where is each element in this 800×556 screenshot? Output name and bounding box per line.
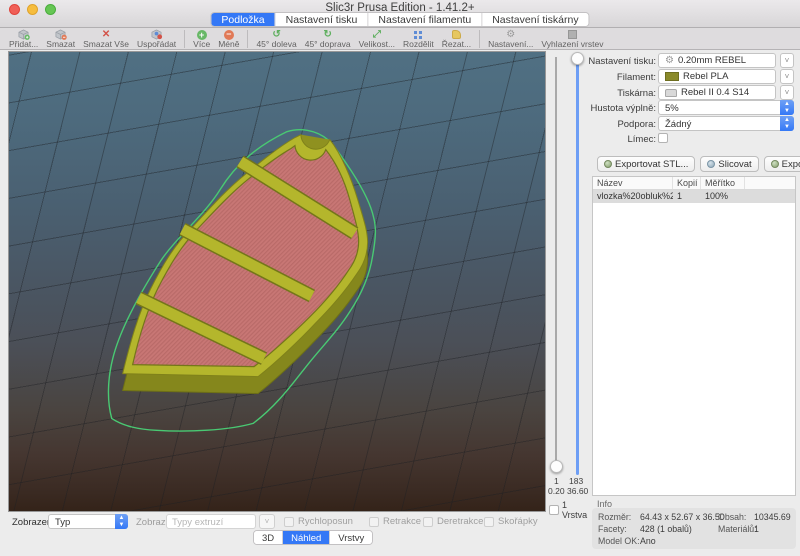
filament-label: Filament: bbox=[617, 72, 656, 83]
object-scale: 100% bbox=[701, 190, 745, 203]
filament-dropdown-button[interactable]: ˅ bbox=[780, 69, 794, 84]
tab-podlozka[interactable]: Podložka bbox=[211, 13, 275, 26]
printer-dropdown-button[interactable]: ˅ bbox=[780, 85, 794, 100]
view-preview-button[interactable]: Náhled bbox=[283, 531, 330, 544]
unretractions-checkbox[interactable] bbox=[423, 517, 433, 527]
upper-layer-height-mm: 36.60 bbox=[567, 486, 588, 496]
lower-layer-height-mm: 0.20 bbox=[548, 486, 565, 496]
infill-density-select[interactable]: 5% ▲▼ bbox=[658, 100, 794, 115]
extrusion-types-input[interactable]: Typy extruzí bbox=[166, 514, 256, 529]
export-stl-icon bbox=[604, 160, 612, 168]
single-layer-checkbox[interactable] bbox=[549, 505, 559, 515]
model-materials: 1 bbox=[754, 524, 759, 534]
delete-all-button[interactable]: ✕ Smazat Vše bbox=[79, 29, 133, 49]
object-copies: 1 bbox=[673, 190, 701, 203]
popup-arrows-icon: ▲▼ bbox=[780, 116, 794, 131]
model-volume: 10345.69 bbox=[754, 512, 791, 522]
tab-nastaveni-tisku[interactable]: Nastavení tisku bbox=[276, 13, 369, 26]
object-row[interactable]: vlozka%20obluk%204.stl 1 100% bbox=[593, 190, 795, 203]
view-mode-select[interactable]: Typ ▲▼ bbox=[48, 514, 128, 529]
stepper-arrows-icon: ▲▼ bbox=[115, 514, 128, 529]
model-ok-value: Ano bbox=[640, 536, 656, 546]
toolbar: Přidat... Smazat ✕ Smazat Vše Uspořádat … bbox=[0, 28, 800, 50]
printer-select[interactable]: Rebel II 0.4 S14 bbox=[658, 85, 776, 100]
upper-layer-value: 183 bbox=[569, 476, 583, 486]
object-list-table[interactable]: Název Kopií Měřítko vlozka%20obluk%204.s… bbox=[592, 176, 796, 496]
brim-checkbox[interactable] bbox=[658, 133, 668, 143]
fewer-copies-button[interactable]: − Méně bbox=[214, 29, 243, 49]
support-select[interactable]: Žádný ▲▼ bbox=[658, 116, 794, 131]
single-layer-label: 1 Vrstva bbox=[562, 500, 588, 520]
printer-icon bbox=[665, 89, 677, 97]
object-name: vlozka%20obluk%204.stl bbox=[593, 190, 673, 203]
view-3d-button[interactable]: 3D bbox=[254, 531, 283, 544]
gear-icon: ⚙ bbox=[665, 55, 674, 66]
print-settings-dropdown-button[interactable]: ˅ bbox=[780, 53, 794, 68]
rotate-left-button[interactable]: ↺ 45° doleva bbox=[252, 29, 300, 49]
brim-label: Límec: bbox=[627, 134, 656, 145]
rotate-right-button[interactable]: ↻ 45° doprava bbox=[301, 29, 355, 49]
retractions-toggle[interactable]: Retrakce bbox=[369, 516, 421, 527]
cut-button[interactable]: Řezat... bbox=[438, 29, 475, 49]
layer-slider-area: 1 183 0.20 36.60 1 Vrstva bbox=[546, 50, 588, 555]
settings-panel: Nastavení tisku: ⚙ 0.20mm REBEL ˅ Filame… bbox=[588, 50, 796, 555]
delete-button[interactable]: Smazat bbox=[42, 29, 79, 49]
layer-smoothing-button[interactable]: Vyhlazení vrstev bbox=[537, 29, 607, 49]
popup-arrows-icon: ▲▼ bbox=[780, 100, 794, 115]
export-gcode-button[interactable]: Exportovat G-kód... bbox=[764, 156, 800, 172]
travel-toggle[interactable]: Rychloposun bbox=[284, 516, 353, 527]
lower-layer-value: 1 bbox=[554, 476, 559, 486]
model-size: 64.43 x 52.67 x 36.50 bbox=[640, 512, 725, 522]
export-gcode-icon bbox=[771, 160, 779, 168]
shells-toggle[interactable]: Skořápky bbox=[484, 516, 538, 527]
sliced-model-preview bbox=[9, 52, 545, 511]
retractions-checkbox[interactable] bbox=[369, 517, 379, 527]
export-stl-button[interactable]: Exportovat STL... bbox=[597, 156, 695, 172]
lower-layer-slider-handle[interactable] bbox=[550, 460, 563, 473]
main-tab-bar: Podložka Nastavení tisku Nastavení filam… bbox=[210, 12, 589, 27]
model-facets: 428 (1 obalů) bbox=[640, 524, 692, 534]
3d-preview-viewport[interactable] bbox=[8, 51, 546, 512]
support-label: Podpora: bbox=[617, 119, 656, 130]
print-settings-label: Nastavení tisku: bbox=[588, 56, 656, 67]
filament-select[interactable]: Rebel PLA bbox=[658, 69, 776, 84]
model-info-box: Rozměr: 64.43 x 52.67 x 36.50 Obsah: 103… bbox=[592, 508, 796, 549]
title-bar: Slic3r Prusa Edition - 1.41.2+ Podložka … bbox=[0, 0, 800, 28]
upper-layer-slider-handle[interactable] bbox=[571, 52, 584, 65]
arrange-button[interactable]: Uspořádat bbox=[133, 29, 180, 49]
single-layer-toggle[interactable]: 1 Vrstva bbox=[549, 500, 588, 520]
more-copies-button[interactable]: + Více bbox=[189, 29, 214, 49]
object-settings-button[interactable]: ⚙ Nastavení... bbox=[484, 29, 537, 49]
shells-checkbox[interactable] bbox=[484, 517, 494, 527]
extrusion-types-dropdown-button[interactable]: ˅ bbox=[259, 514, 275, 529]
slice-icon bbox=[707, 160, 715, 168]
infill-density-label: Hustota výplně: bbox=[591, 103, 656, 114]
view-layers-button[interactable]: Vrstvy bbox=[330, 531, 372, 544]
tab-nastaveni-tiskarny[interactable]: Nastavení tiskárny bbox=[482, 13, 588, 26]
action-buttons: Exportovat STL... Slicovat Exportovat G-… bbox=[588, 156, 796, 172]
lower-layer-slider[interactable] bbox=[555, 57, 557, 462]
print-settings-select[interactable]: ⚙ 0.20mm REBEL bbox=[658, 53, 776, 68]
split-button[interactable]: Rozdělit bbox=[399, 29, 438, 49]
add-button[interactable]: Přidat... bbox=[5, 29, 42, 49]
main-area: 1 183 0.20 36.60 1 Vrstva Nastavení tisk… bbox=[0, 50, 800, 555]
app-window: Slic3r Prusa Edition - 1.41.2+ Podložka … bbox=[0, 0, 800, 556]
unretractions-toggle[interactable]: Deretrakce bbox=[423, 516, 483, 527]
upper-layer-slider[interactable] bbox=[576, 57, 579, 475]
tab-nastaveni-filamentu[interactable]: Nastavení filamentu bbox=[368, 13, 482, 26]
scale-button[interactable]: ⤢ Velikost... bbox=[355, 29, 399, 49]
toolbar-separator bbox=[479, 30, 480, 48]
travel-checkbox[interactable] bbox=[284, 517, 294, 527]
toolbar-separator bbox=[184, 30, 185, 48]
filament-color-swatch bbox=[665, 72, 679, 81]
printer-label: Tiskárna: bbox=[617, 88, 656, 99]
object-list-header: Název Kopií Měřítko bbox=[593, 177, 795, 190]
slice-button[interactable]: Slicovat bbox=[700, 156, 758, 172]
toolbar-separator bbox=[247, 30, 248, 48]
view-switcher: 3D Náhled Vrstvy bbox=[253, 530, 373, 545]
